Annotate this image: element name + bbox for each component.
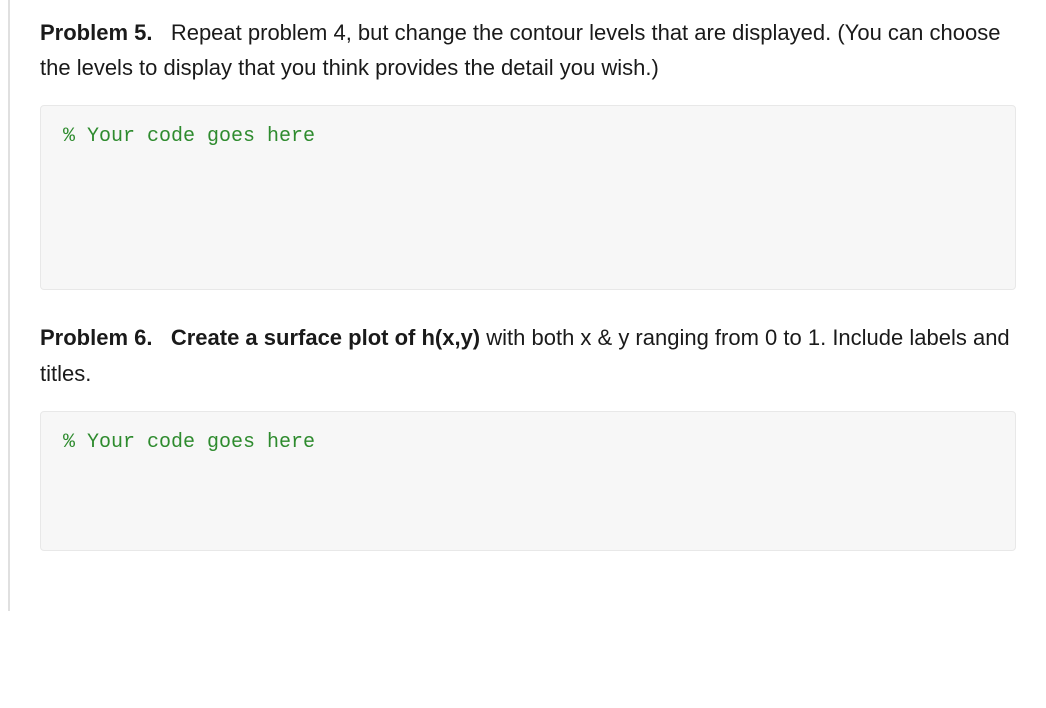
problem-5-code-comment: % Your code goes here (63, 125, 315, 148)
problem-6-title: Create a surface plot of h(x,y) (171, 325, 480, 350)
problem-5-block: Problem 5. Repeat problem 4, but change … (40, 15, 1016, 290)
problem-6-block: Problem 6. Create a surface plot of h(x,… (40, 320, 1016, 550)
problem-5-description: Repeat problem 4, but change the contour… (40, 20, 1000, 80)
problem-5-text: Problem 5. Repeat problem 4, but change … (40, 15, 1016, 85)
problem-6-label: Problem 6. (40, 325, 152, 350)
problem-6-code-comment: % Your code goes here (63, 431, 315, 454)
problem-6-text: Problem 6. Create a surface plot of h(x,… (40, 320, 1016, 390)
problem-5-label: Problem 5. (40, 20, 152, 45)
problem-6-code-block[interactable]: % Your code goes here (40, 411, 1016, 551)
problem-5-code-block[interactable]: % Your code goes here (40, 105, 1016, 290)
document-container: Problem 5. Repeat problem 4, but change … (8, 0, 1046, 611)
